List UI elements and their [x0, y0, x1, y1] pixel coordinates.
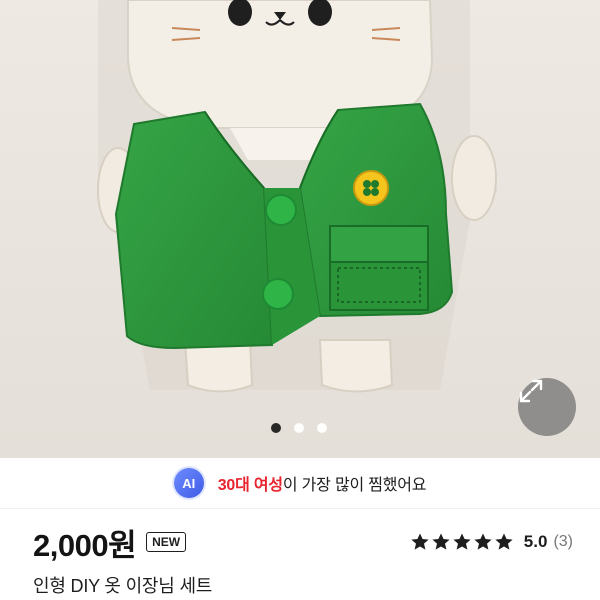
star-icon [453, 533, 471, 550]
product-title: 인형 DIY 옷 이장님 세트 [33, 576, 213, 596]
rating-count: (3) [553, 533, 573, 550]
ai-badge: AI [173, 468, 204, 498]
new-badge: NEW [146, 532, 187, 552]
price-row: 2,000원 NEW 5.0 (3) [33, 520, 573, 564]
carousel-dot[interactable] [317, 423, 327, 433]
expand-icon [519, 379, 543, 403]
rating-stars [410, 532, 514, 552]
rating-score: 5.0 [523, 532, 548, 551]
ai-insight-highlight: 30대 여성 [217, 477, 283, 494]
star-icon [495, 533, 513, 550]
carousel-dot[interactable] [271, 423, 281, 433]
star-icon [474, 533, 492, 550]
star-icon [432, 533, 450, 550]
product-photo[interactable] [0, 0, 600, 458]
carousel-indicator [0, 421, 600, 435]
ai-insight-text: 30대 여성이 가장 많이 찜했어요 [218, 471, 427, 495]
rating[interactable]: 5.0 (3) [410, 532, 573, 552]
ai-insight-rest: 이 가장 많이 찜했어요 [282, 477, 427, 494]
ai-insight-row: AI 30대 여성이 가장 많이 찜했어요 [0, 458, 600, 509]
product-price: 2,000원 [33, 527, 137, 563]
carousel-dot[interactable] [294, 423, 304, 433]
star-icon [411, 533, 429, 550]
product-image-illustration [0, 0, 600, 458]
